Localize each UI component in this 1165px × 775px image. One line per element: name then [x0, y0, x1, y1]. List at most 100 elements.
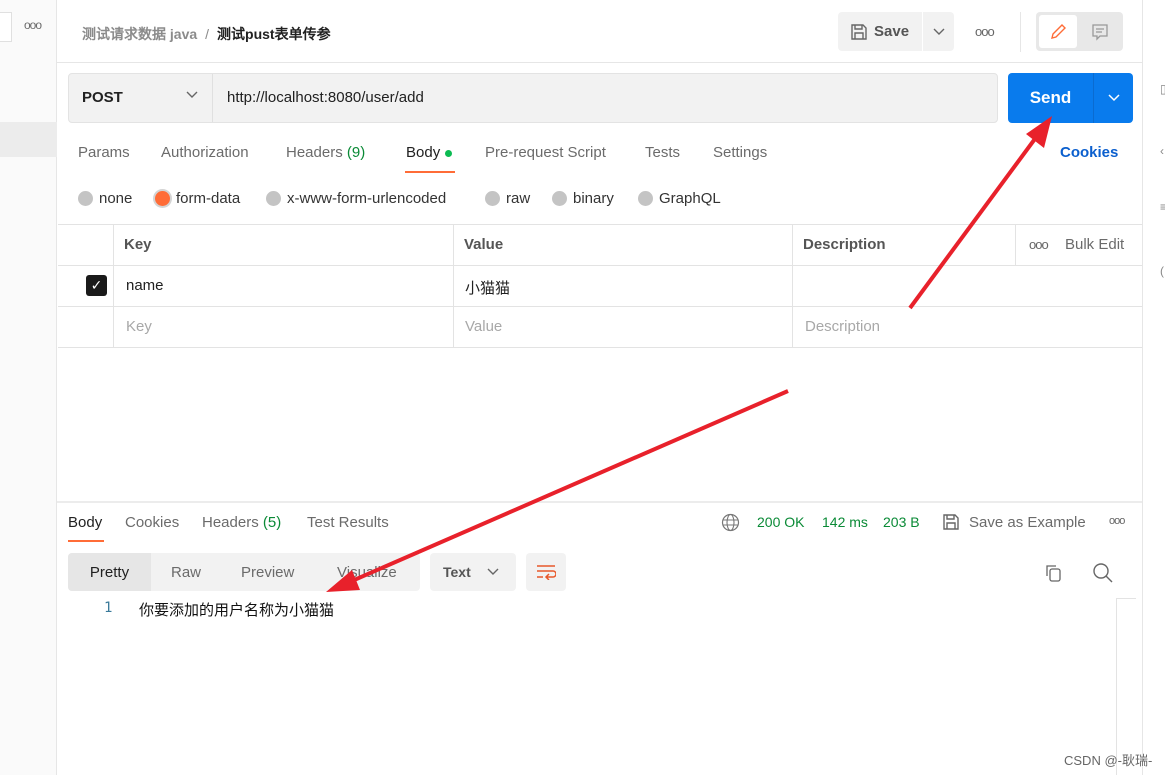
code-icon[interactable]: ≡	[1160, 200, 1165, 214]
pane-resize-handle[interactable]	[57, 501, 1142, 503]
line-number: 1	[104, 600, 113, 616]
save-dropdown-button[interactable]	[923, 12, 954, 51]
radio-none[interactable]: none	[78, 190, 132, 207]
sidebar	[0, 0, 57, 775]
radio-selected-icon	[155, 191, 170, 206]
table-border	[58, 224, 1142, 225]
column-divider	[1015, 224, 1016, 265]
breadcrumb-collection[interactable]: 测试请求数据 java	[82, 26, 197, 42]
response-tab-test-results[interactable]: Test Results	[307, 514, 389, 531]
active-tab-indicator	[68, 540, 104, 542]
table-border	[58, 306, 1142, 307]
headers-count: (5)	[262, 514, 282, 531]
active-tab-indicator	[405, 171, 455, 173]
cookies-link[interactable]: Cookies	[1060, 144, 1118, 161]
view-visualize-button[interactable]: Visualize	[337, 553, 397, 591]
more-options-icon[interactable]: ooo	[975, 24, 995, 39]
comment-mode-button[interactable]	[1082, 15, 1118, 48]
info-icon[interactable]: (	[1160, 264, 1164, 278]
sidebar-search-input[interactable]	[0, 12, 12, 42]
divider	[212, 74, 213, 122]
view-pretty-button[interactable]: Pretty	[68, 553, 151, 591]
edit-mode-button[interactable]	[1039, 15, 1077, 48]
response-tab-cookies[interactable]: Cookies	[125, 514, 179, 531]
radio-label: none	[99, 190, 133, 207]
tab-label: Headers	[286, 144, 343, 161]
url-input[interactable]: http://localhost:8080/user/add	[227, 89, 424, 106]
new-key-input[interactable]: Key	[126, 318, 152, 335]
tab-authorization[interactable]: Authorization	[161, 144, 249, 161]
tab-label: Headers	[202, 514, 259, 531]
sidebar-selected-item[interactable]	[0, 122, 57, 157]
radio-label: form-data	[176, 190, 241, 207]
send-button[interactable]: Send	[1008, 73, 1093, 123]
radio-icon	[485, 191, 500, 206]
sidebar-more-icon[interactable]: ooo	[24, 18, 42, 32]
view-raw-button[interactable]: Raw	[171, 553, 201, 591]
wrap-lines-button[interactable]	[526, 553, 566, 591]
copy-icon[interactable]	[1043, 563, 1063, 583]
format-label: Text	[443, 564, 471, 580]
new-value-input[interactable]: Value	[465, 318, 502, 335]
radio-icon	[78, 191, 93, 206]
radio-icon	[552, 191, 567, 206]
tab-tests[interactable]: Tests	[645, 144, 680, 161]
globe-icon[interactable]	[721, 513, 740, 532]
divider	[1020, 12, 1021, 52]
radio-graphql[interactable]: GraphQL	[638, 190, 721, 207]
right-sidebar	[1142, 0, 1165, 775]
radio-raw[interactable]: raw	[485, 190, 530, 207]
tab-settings[interactable]: Settings	[713, 144, 767, 161]
tab-pre-request-script[interactable]: Pre-request Script	[485, 144, 606, 161]
chevron-down-icon[interactable]	[185, 88, 199, 105]
response-body-line: 你要添加的用户名称为小猫猫	[139, 602, 335, 619]
chevron-down-icon	[1107, 94, 1120, 102]
column-divider	[792, 224, 793, 347]
column-divider	[453, 224, 454, 347]
docs-icon[interactable]: ▯	[1160, 82, 1165, 96]
radio-label: raw	[506, 190, 531, 207]
chevron-down-icon	[933, 28, 944, 35]
method-select[interactable]: POST	[82, 89, 123, 106]
breadcrumb: 测试请求数据 java / 测试pust表单传参	[82, 24, 331, 44]
watermark: CSDN @-耿瑞-	[1064, 753, 1153, 768]
tab-body[interactable]: Body	[406, 144, 453, 161]
status-dot-icon	[445, 149, 453, 157]
scrollbar[interactable]	[1116, 598, 1136, 775]
annotation-arrow-to-send	[908, 116, 1052, 310]
pencil-icon	[1051, 23, 1066, 39]
tab-params[interactable]: Params	[78, 144, 130, 161]
chevron-down-icon	[487, 568, 499, 575]
new-description-input[interactable]: Description	[805, 318, 880, 335]
row-value-input[interactable]: 小猫猫	[465, 277, 510, 298]
more-options-icon[interactable]: ooo	[1029, 237, 1049, 252]
search-icon[interactable]	[1092, 562, 1114, 584]
send-dropdown-button[interactable]	[1093, 73, 1133, 123]
comment-icon	[1092, 23, 1108, 41]
comments-icon[interactable]: ‹	[1160, 144, 1164, 158]
radio-form-data[interactable]: form-data	[155, 190, 240, 207]
response-tab-headers[interactable]: Headers (5)	[202, 514, 281, 531]
divider	[57, 62, 1142, 63]
table-border	[58, 265, 1142, 266]
radio-icon	[638, 191, 653, 206]
breadcrumb-separator: /	[205, 26, 210, 42]
more-options-icon[interactable]: ooo	[1109, 515, 1125, 527]
format-select[interactable]: Text	[430, 553, 516, 591]
breadcrumb-request[interactable]: 测试pust表单传参	[217, 26, 331, 42]
radio-x-www-form-urlencoded[interactable]: x-www-form-urlencoded	[266, 190, 446, 207]
bulk-edit-button[interactable]: Bulk Edit	[1065, 236, 1124, 253]
save-as-example-button[interactable]: Save as Example	[969, 514, 1086, 531]
column-header-value: Value	[464, 236, 504, 253]
response-tab-body[interactable]: Body	[68, 514, 102, 531]
row-key-input[interactable]: name	[126, 277, 164, 294]
response-time[interactable]: 142 ms	[822, 514, 868, 530]
view-preview-button[interactable]: Preview	[241, 553, 294, 591]
status-code[interactable]: 200 OK	[757, 514, 804, 530]
row-checkbox[interactable]: ✓	[86, 275, 107, 296]
tab-headers[interactable]: Headers (9)	[286, 144, 365, 161]
response-size[interactable]: 203 B	[883, 514, 920, 530]
save-button[interactable]: Save	[838, 12, 922, 51]
radio-binary[interactable]: binary	[552, 190, 614, 207]
save-icon	[943, 514, 959, 530]
